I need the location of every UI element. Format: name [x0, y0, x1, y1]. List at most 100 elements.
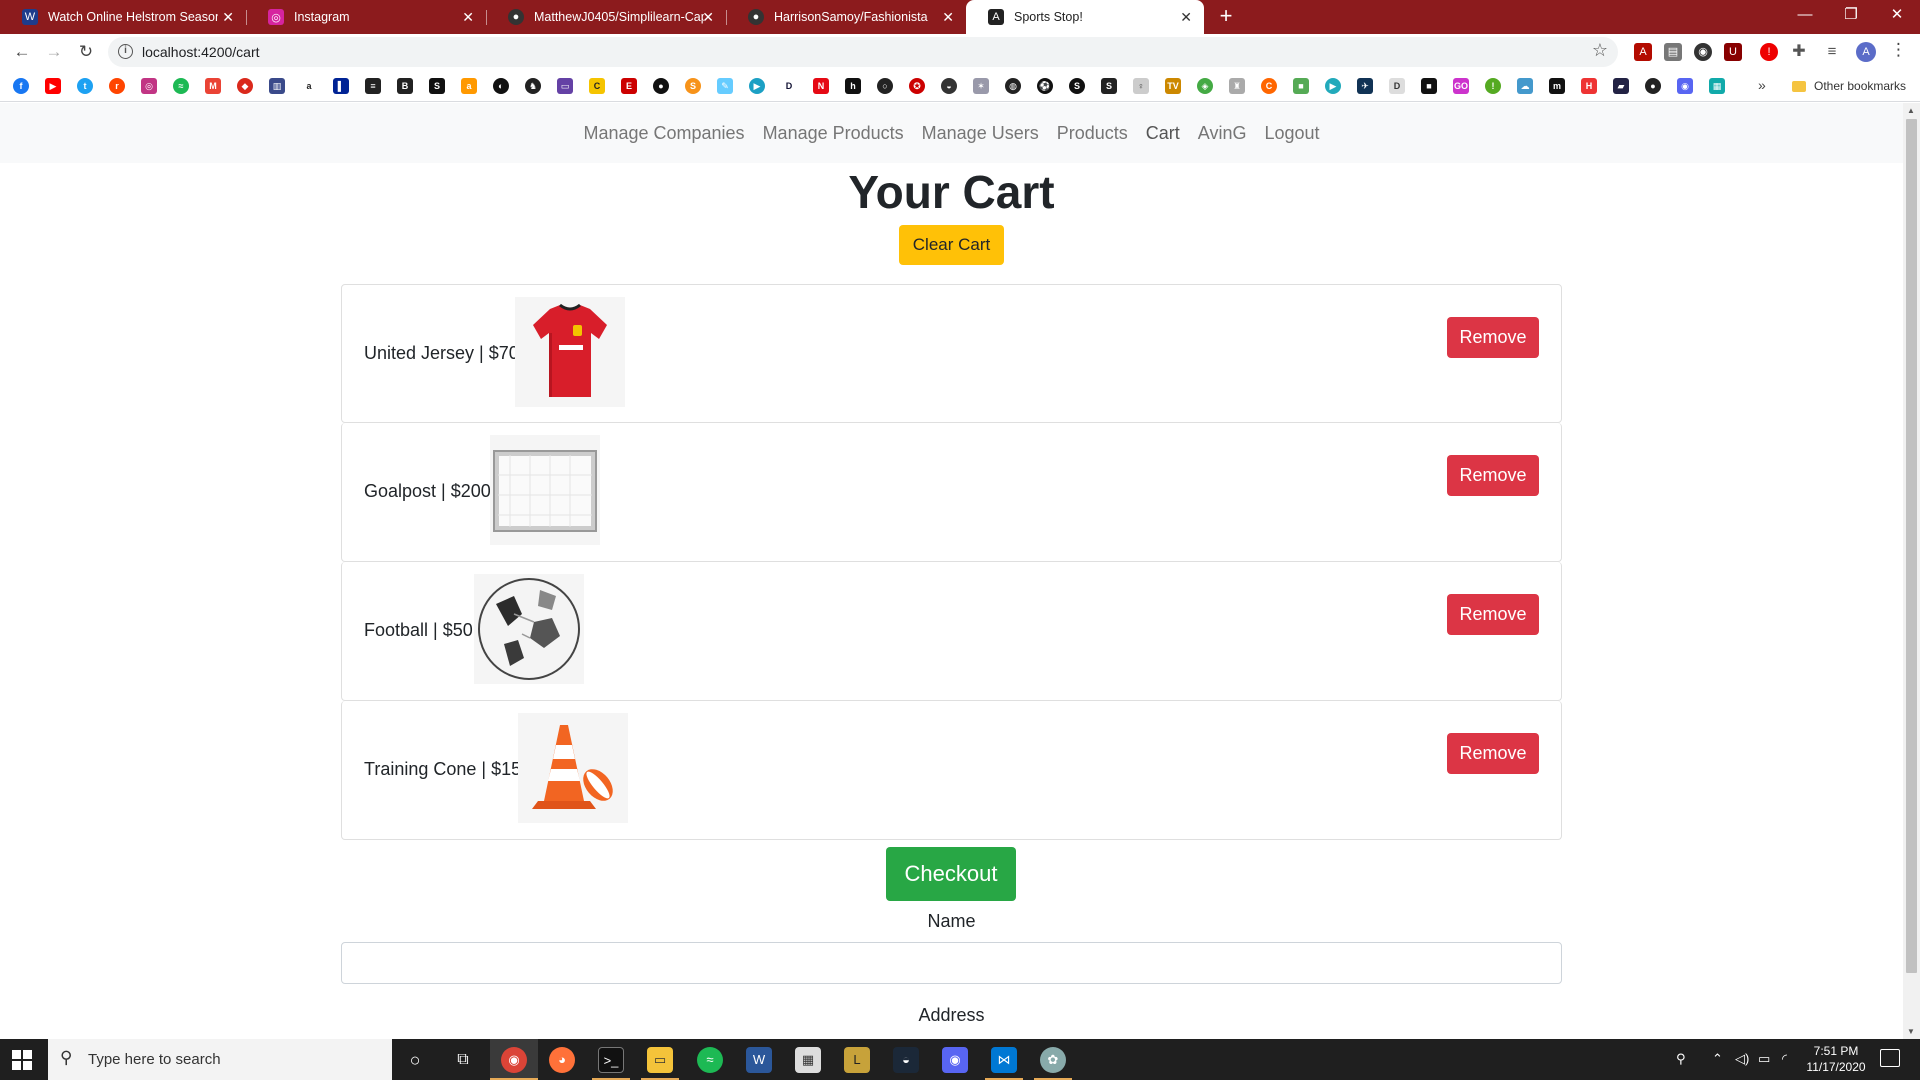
forward-icon[interactable]: →	[40, 38, 68, 66]
task-view-icon[interactable]: ⧉	[450, 1047, 476, 1073]
bookmark-icon[interactable]: S	[1101, 78, 1117, 94]
nav-manage-companies[interactable]: Manage Companies	[574, 123, 753, 144]
browser-tab-active[interactable]: A Sports Stop! ✕	[966, 0, 1204, 34]
remove-button[interactable]: Remove	[1447, 594, 1539, 635]
scroll-down-icon[interactable]: ▼	[1907, 1027, 1915, 1036]
bookmark-icon[interactable]: ✈	[1357, 78, 1373, 94]
info-icon[interactable]: i	[118, 44, 133, 59]
bookmark-icon[interactable]: ▶	[1325, 78, 1341, 94]
spotify-icon[interactable]: ≈	[173, 78, 189, 94]
bookmark-icon[interactable]: ◒	[941, 78, 957, 94]
system-clock[interactable]: 7:51 PM 11/17/2020	[1800, 1043, 1872, 1075]
notification-center-icon[interactable]	[1880, 1049, 1900, 1067]
spotify-icon[interactable]: ≈	[697, 1047, 723, 1073]
nav-manage-products[interactable]: Manage Products	[754, 123, 913, 144]
nav-user-aving[interactable]: AvinG	[1189, 123, 1256, 144]
menu-kebab-icon[interactable]: ⋮	[1890, 40, 1907, 60]
acrobat-extension-icon[interactable]: A	[1634, 43, 1652, 61]
reading-list-icon[interactable]: ≡	[1823, 43, 1841, 61]
bookmark-icon[interactable]: ✪	[909, 78, 925, 94]
bookmark-icon[interactable]: ■	[1421, 78, 1437, 94]
nav-products[interactable]: Products	[1048, 123, 1137, 144]
bookmark-icon[interactable]: C	[1261, 78, 1277, 94]
bookmark-icon[interactable]: ▶	[749, 78, 765, 94]
browser-tab[interactable]: ◎ Instagram ✕	[246, 0, 486, 34]
extensions-puzzle-icon[interactable]: ✚	[1790, 43, 1808, 61]
back-icon[interactable]: ←	[8, 38, 36, 66]
bookmark-icon[interactable]: TV	[1165, 78, 1181, 94]
bookmark-icon[interactable]: ◍	[1005, 78, 1021, 94]
more-bookmarks-icon[interactable]: »	[1758, 77, 1766, 93]
windows-start-icon[interactable]	[12, 1050, 32, 1070]
app-icon[interactable]: ✿	[1040, 1047, 1066, 1073]
terminal-icon[interactable]: >_	[598, 1047, 624, 1073]
other-bookmarks[interactable]: Other bookmarks	[1792, 76, 1906, 96]
reddit-icon[interactable]: r	[109, 78, 125, 94]
wifi-icon[interactable]: ◜	[1782, 1051, 1787, 1067]
bookmark-icon[interactable]: ✶	[973, 78, 989, 94]
disney-icon[interactable]: D	[781, 78, 797, 94]
bookmark-icon[interactable]: ♀	[1133, 78, 1149, 94]
restore-icon[interactable]: ❐	[1828, 0, 1874, 30]
bookmark-icon[interactable]: ⚽	[1037, 78, 1053, 94]
twitch-icon[interactable]: ▭	[557, 78, 573, 94]
bookmark-icon[interactable]: B	[397, 78, 413, 94]
profile-avatar[interactable]: A	[1856, 42, 1876, 62]
people-icon[interactable]: ⚲	[1676, 1051, 1686, 1067]
remove-button[interactable]: Remove	[1447, 317, 1539, 358]
bookmark-icon[interactable]: a	[461, 78, 477, 94]
minimize-icon[interactable]: —	[1782, 0, 1828, 30]
steam-icon[interactable]: ◒	[893, 1047, 919, 1073]
bookmark-icon[interactable]: ♜	[1229, 78, 1245, 94]
gmail-icon[interactable]: M	[205, 78, 221, 94]
browser-tab[interactable]: ● MatthewJ0405/Simplilearn-Capst ✕	[486, 0, 726, 34]
battery-icon[interactable]: ▭	[1758, 1051, 1770, 1067]
volume-icon[interactable]: ◁)	[1735, 1051, 1749, 1067]
netflix-icon[interactable]: N	[813, 78, 829, 94]
vscode-icon[interactable]: ⋈	[991, 1047, 1017, 1073]
checkout-button[interactable]: Checkout	[886, 847, 1016, 901]
scrollbar-thumb[interactable]	[1906, 119, 1917, 973]
address-bar[interactable]: i localhost:4200/cart ☆	[108, 37, 1618, 67]
extension-icon[interactable]: !	[1760, 43, 1778, 61]
nav-manage-users[interactable]: Manage Users	[913, 123, 1048, 144]
bookmark-icon[interactable]: ☁	[1517, 78, 1533, 94]
bookmark-icon[interactable]: C	[589, 78, 605, 94]
bookmark-icon[interactable]: ●	[653, 78, 669, 94]
bookmark-icon[interactable]: ◐	[493, 78, 509, 94]
facebook-icon[interactable]: f	[13, 78, 29, 94]
file-explorer-icon[interactable]: ▭	[647, 1047, 673, 1073]
github-icon[interactable]: ●	[1645, 78, 1661, 94]
bookmark-icon[interactable]: ▦	[1709, 78, 1725, 94]
bookmark-icon[interactable]: S	[429, 78, 445, 94]
new-tab-icon[interactable]: +	[1213, 4, 1239, 30]
ublock-extension-icon[interactable]: U	[1724, 43, 1742, 61]
browser-tab[interactable]: ● HarrisonSamoy/Fashionista ✕	[726, 0, 966, 34]
store-icon[interactable]: ▦	[795, 1047, 821, 1073]
clear-cart-button[interactable]: Clear Cart	[899, 225, 1004, 265]
page-scrollbar[interactable]: ▲ ▼	[1903, 103, 1920, 1039]
remove-button[interactable]: Remove	[1447, 733, 1539, 774]
close-tab-icon[interactable]: ✕	[222, 9, 234, 26]
league-icon[interactable]: L	[844, 1047, 870, 1073]
bookmark-icon[interactable]: H	[1581, 78, 1597, 94]
taskbar-search[interactable]: ⚲ Type here to search	[48, 1039, 392, 1080]
show-hidden-icons[interactable]: ⌃	[1712, 1051, 1723, 1067]
scroll-up-icon[interactable]: ▲	[1907, 106, 1915, 115]
extension-icon[interactable]: ◉	[1694, 43, 1712, 61]
extension-icon[interactable]: ▤	[1664, 43, 1682, 61]
bookmark-icon[interactable]: ✎	[717, 78, 733, 94]
remove-button[interactable]: Remove	[1447, 455, 1539, 496]
nav-cart[interactable]: Cart	[1137, 123, 1189, 144]
bookmark-icon[interactable]: !	[1485, 78, 1501, 94]
discord-icon[interactable]: ◉	[1677, 78, 1693, 94]
firefox-icon[interactable]: ◕	[549, 1047, 575, 1073]
bookmark-icon[interactable]: ■	[1293, 78, 1309, 94]
bookmark-icon[interactable]: ◈	[1197, 78, 1213, 94]
bookmark-icon[interactable]: S	[685, 78, 701, 94]
name-input[interactable]	[341, 942, 1562, 984]
word-icon[interactable]: W	[746, 1047, 772, 1073]
bookmark-icon[interactable]: ▰	[1613, 78, 1629, 94]
bookmark-icon[interactable]: ≡	[365, 78, 381, 94]
bookmark-star-icon[interactable]: ☆	[1592, 40, 1608, 61]
